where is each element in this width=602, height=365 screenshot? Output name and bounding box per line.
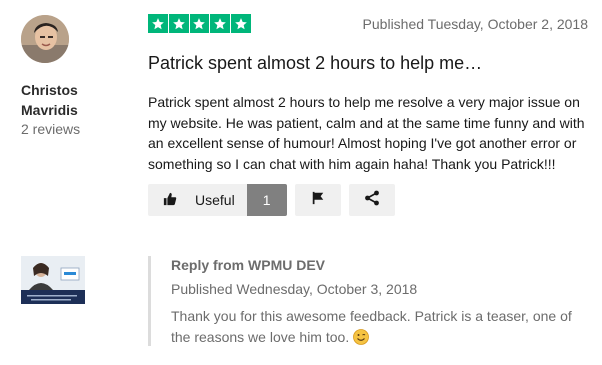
review-body: Patrick spent almost 2 hours to help me … [148,94,585,172]
star-rating [148,14,251,33]
reply-published-date: Published Wednesday, October 3, 2018 [171,281,418,297]
reply-author: Reply from WPMU DEV [171,257,326,273]
useful-button[interactable]: Useful 1 [148,184,287,216]
flag-icon [311,191,325,210]
company-logo-image [21,256,85,304]
reply-body: Thank you for this awesome feedback. Pat… [171,306,591,350]
star-icon [148,14,168,33]
review-title[interactable]: Patrick spent almost 2 hours to help me… [148,53,482,74]
useful-label: Useful [195,192,235,208]
star-icon [189,14,210,33]
flag-button[interactable] [294,184,341,216]
star-icon [231,14,251,33]
reviewer-review-count: 2 reviews [21,121,81,137]
reply-divider [148,256,151,346]
review-actions: Useful 1 [148,184,395,216]
reviewer-name[interactable]: Christos Mavridis [21,80,131,120]
reviewer-avatar[interactable] [21,15,69,63]
smiley-emoji-icon [353,328,370,351]
star-icon [210,14,231,33]
share-icon [364,190,380,211]
star-icon [168,14,189,33]
share-button[interactable] [348,184,395,216]
useful-count: 1 [246,184,287,216]
review-published-date: Published Tuesday, October 2, 2018 [362,16,588,32]
thumbs-up-icon [163,192,177,209]
reply-text: Thank you for this awesome feedback. Pat… [171,308,572,345]
